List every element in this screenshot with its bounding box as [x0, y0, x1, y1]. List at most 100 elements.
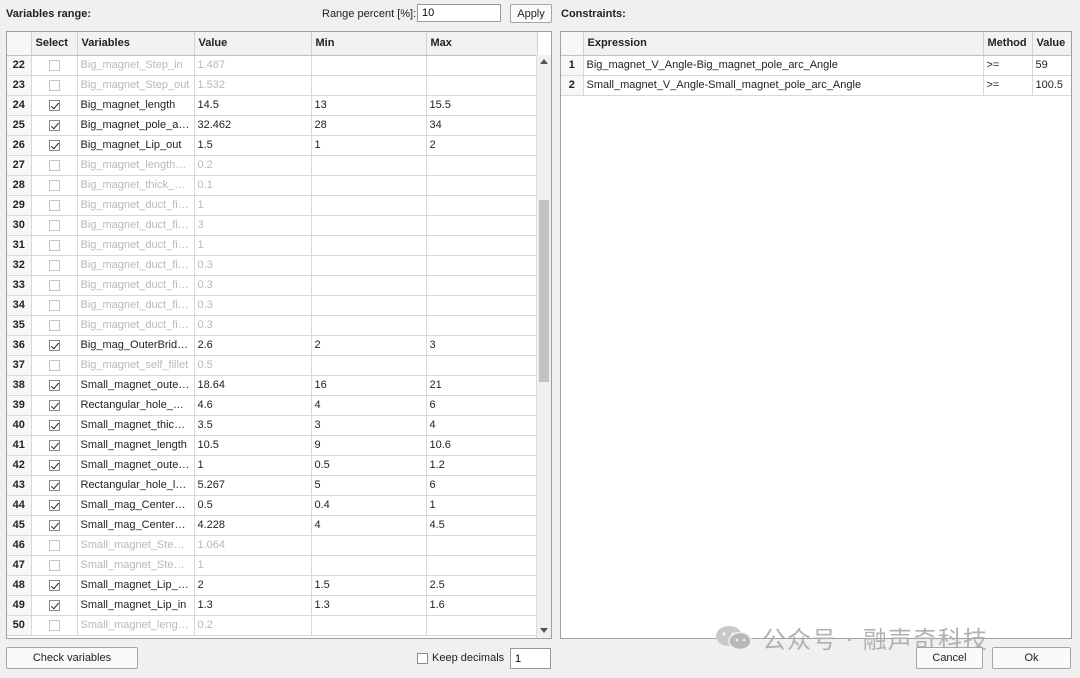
max-cell[interactable]: 1	[426, 495, 538, 516]
max-cell[interactable]: 6	[426, 395, 538, 416]
row-select-cell[interactable]	[31, 555, 78, 576]
value-cell[interactable]: 0.3	[194, 315, 312, 336]
value-cell[interactable]: 10.5	[194, 435, 312, 456]
row-select-checkbox[interactable]	[48, 59, 60, 71]
min-cell[interactable]	[311, 55, 427, 76]
variable-name-cell[interactable]: Small_mag_Center…	[77, 495, 195, 516]
variable-name-cell[interactable]: Rectangular_hole_l…	[77, 475, 195, 496]
row-select-cell[interactable]	[31, 415, 78, 436]
table-row[interactable]: 26 Big_magnet_Lip_out 1.5 1 2	[7, 135, 538, 156]
apply-button[interactable]: Apply	[510, 4, 552, 23]
variable-name-cell[interactable]: Small_magnet_Lip_in	[77, 595, 195, 616]
max-cell[interactable]	[426, 155, 538, 176]
scroll-down-arrow-icon[interactable]	[540, 628, 548, 633]
row-select-cell[interactable]	[31, 335, 78, 356]
table-row[interactable]: 28 Big_magnet_thick_g… 0.1	[7, 175, 538, 196]
value-cell[interactable]: 1.5	[194, 135, 312, 156]
table-row[interactable]: 45 Small_mag_Center… 4.228 4 4.5	[7, 515, 538, 536]
max-cell[interactable]	[426, 295, 538, 316]
min-cell[interactable]: 0.5	[311, 455, 427, 476]
row-select-cell[interactable]	[31, 295, 78, 316]
max-cell[interactable]: 1.6	[426, 595, 538, 616]
row-select-checkbox[interactable]	[48, 439, 60, 451]
ok-button[interactable]: Ok	[992, 647, 1071, 669]
max-cell[interactable]: 2.5	[426, 575, 538, 596]
value-cell[interactable]: 0.3	[194, 255, 312, 276]
value-cell[interactable]: 2	[194, 575, 312, 596]
header-max[interactable]: Max	[426, 32, 538, 56]
row-select-cell[interactable]	[31, 575, 78, 596]
row-select-cell[interactable]	[31, 395, 78, 416]
value-cell[interactable]: 0.5	[194, 495, 312, 516]
row-select-cell[interactable]	[31, 495, 78, 516]
table-row[interactable]: 44 Small_mag_Center… 0.5 0.4 1	[7, 495, 538, 516]
row-select-cell[interactable]	[31, 55, 78, 76]
row-select-checkbox[interactable]	[48, 279, 60, 291]
row-select-checkbox[interactable]	[48, 239, 60, 251]
min-cell[interactable]	[311, 355, 427, 376]
variable-name-cell[interactable]: Big_magnet_length	[77, 95, 195, 116]
min-cell[interactable]: 16	[311, 375, 427, 396]
value-cell[interactable]: 18.64	[194, 375, 312, 396]
min-cell[interactable]: 1.3	[311, 595, 427, 616]
row-select-cell[interactable]	[31, 75, 78, 96]
value-cell[interactable]: 1	[194, 195, 312, 216]
header-method[interactable]: Method	[983, 32, 1033, 56]
max-cell[interactable]	[426, 75, 538, 96]
constraint-row[interactable]: 1 Big_magnet_V_Angle-Big_magnet_pole_arc_…	[561, 55, 1071, 76]
table-row[interactable]: 43 Rectangular_hole_l… 5.267 5 6	[7, 475, 538, 496]
min-cell[interactable]	[311, 295, 427, 316]
variable-name-cell[interactable]: Big_magnet_duct_fil…	[77, 275, 195, 296]
variable-name-cell[interactable]: Big_magnet_length…	[77, 155, 195, 176]
row-select-checkbox[interactable]	[48, 119, 60, 131]
min-cell[interactable]: 4	[311, 395, 427, 416]
max-cell[interactable]: 15.5	[426, 95, 538, 116]
row-select-checkbox[interactable]	[48, 499, 60, 511]
table-row[interactable]: 40 Small_magnet_thick… 3.5 3 4	[7, 415, 538, 436]
value-cell[interactable]: 1	[194, 555, 312, 576]
min-cell[interactable]: 13	[311, 95, 427, 116]
table-row[interactable]: 47 Small_magnet_Step… 1	[7, 555, 538, 576]
table-row[interactable]: 38 Small_magnet_oute… 18.64 16 21	[7, 375, 538, 396]
check-variables-button[interactable]: Check variables	[6, 647, 138, 669]
variable-name-cell[interactable]: Big_magnet_Step_in	[77, 55, 195, 76]
scrollbar-thumb[interactable]	[539, 200, 549, 382]
row-select-checkbox[interactable]	[48, 219, 60, 231]
variable-name-cell[interactable]: Big_magnet_duct_fil…	[77, 215, 195, 236]
min-cell[interactable]: 2	[311, 335, 427, 356]
row-select-checkbox[interactable]	[48, 79, 60, 91]
max-cell[interactable]	[426, 255, 538, 276]
max-cell[interactable]	[426, 235, 538, 256]
row-select-cell[interactable]	[31, 255, 78, 276]
row-select-cell[interactable]	[31, 135, 78, 156]
value-cell[interactable]: 14.5	[194, 95, 312, 116]
method-cell[interactable]: >=	[983, 55, 1033, 76]
variable-name-cell[interactable]: Big_magnet_self_fillet	[77, 355, 195, 376]
table-row[interactable]: 37 Big_magnet_self_fillet 0.5	[7, 355, 538, 376]
max-cell[interactable]: 3	[426, 335, 538, 356]
value-cell[interactable]: 4.6	[194, 395, 312, 416]
table-row[interactable]: 48 Small_magnet_Lip_… 2 1.5 2.5	[7, 575, 538, 596]
header-select[interactable]: Select	[31, 32, 78, 56]
value-cell[interactable]: 1.532	[194, 75, 312, 96]
table-row[interactable]: 34 Big_magnet_duct_fil… 0.3	[7, 295, 538, 316]
max-cell[interactable]: 10.6	[426, 435, 538, 456]
max-cell[interactable]	[426, 315, 538, 336]
table-row[interactable]: 36 Big_mag_OuterBrid… 2.6 2 3	[7, 335, 538, 356]
table-row[interactable]: 32 Big_magnet_duct_fil… 0.3	[7, 255, 538, 276]
row-select-cell[interactable]	[31, 515, 78, 536]
variable-name-cell[interactable]: Small_magnet_Lip_…	[77, 575, 195, 596]
row-select-cell[interactable]	[31, 355, 78, 376]
min-cell[interactable]	[311, 555, 427, 576]
keep-decimals-control[interactable]: Keep decimals	[417, 652, 504, 664]
table-row[interactable]: 41 Small_magnet_length 10.5 9 10.6	[7, 435, 538, 456]
row-select-checkbox[interactable]	[48, 259, 60, 271]
min-cell[interactable]: 28	[311, 115, 427, 136]
min-cell[interactable]: 1.5	[311, 575, 427, 596]
row-select-checkbox[interactable]	[48, 159, 60, 171]
value-cell[interactable]: 3.5	[194, 415, 312, 436]
min-cell[interactable]	[311, 235, 427, 256]
row-select-checkbox[interactable]	[48, 179, 60, 191]
variable-name-cell[interactable]: Big_magnet_duct_fil…	[77, 315, 195, 336]
method-cell[interactable]: >=	[983, 75, 1033, 96]
